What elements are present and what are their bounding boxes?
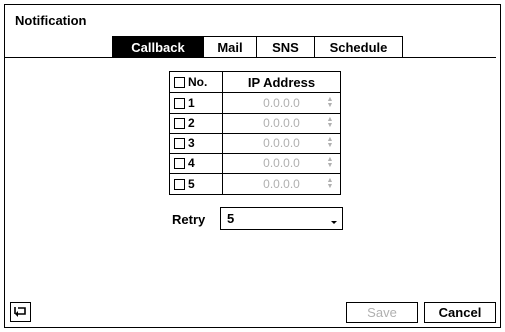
row-number: 4: [188, 156, 195, 170]
tab-mail[interactable]: Mail: [203, 36, 257, 57]
row-checkbox[interactable]: [174, 178, 185, 190]
row-checkbox[interactable]: [174, 137, 185, 149]
row-number: 1: [188, 96, 195, 110]
ip-address-value: 0.0.0.0: [263, 156, 300, 170]
ip-address-value: 0.0.0.0: [263, 96, 300, 110]
back-button[interactable]: [10, 302, 31, 322]
header-no-cell: No.: [170, 72, 223, 92]
ip-address-value: 0.0.0.0: [263, 136, 300, 150]
ip-spinner-icon[interactable]: ▲ ▼: [326, 156, 334, 170]
ip-address-field[interactable]: 0.0.0.0 ▲ ▼: [223, 174, 340, 194]
ip-address-value: 0.0.0.0: [263, 116, 300, 130]
row-no-cell: 2: [170, 113, 223, 133]
chevron-down-icon: [331, 221, 337, 224]
back-arrow-icon: [14, 307, 26, 317]
ip-address-value: 0.0.0.0: [263, 177, 300, 191]
row-no-cell: 5: [170, 174, 223, 194]
row-checkbox[interactable]: [174, 117, 185, 129]
table-row: 5 0.0.0.0 ▲ ▼: [170, 174, 340, 194]
ip-address-field[interactable]: 0.0.0.0 ▲ ▼: [223, 113, 340, 133]
table-row: 2 0.0.0.0 ▲ ▼: [170, 113, 340, 134]
row-number: 3: [188, 136, 195, 150]
ip-address-field[interactable]: 0.0.0.0 ▲ ▼: [223, 153, 340, 173]
ip-spinner-icon[interactable]: ▲ ▼: [326, 136, 334, 150]
cancel-button[interactable]: Cancel: [424, 302, 496, 323]
row-no-cell: 3: [170, 133, 223, 153]
ip-column-header: IP Address: [247, 74, 316, 90]
table-row: 4 0.0.0.0 ▲ ▼: [170, 153, 340, 174]
no-column-header: No.: [188, 75, 208, 89]
row-number: 5: [188, 177, 195, 191]
ip-address-field[interactable]: 0.0.0.0 ▲ ▼: [223, 93, 340, 113]
row-number: 2: [188, 116, 195, 130]
ip-spinner-icon[interactable]: ▲ ▼: [326, 177, 334, 191]
ip-spinner-icon[interactable]: ▲ ▼: [326, 96, 334, 110]
table-row: 3 0.0.0.0 ▲ ▼: [170, 133, 340, 154]
ip-spinner-icon[interactable]: ▲ ▼: [326, 116, 334, 130]
select-all-checkbox[interactable]: [174, 76, 185, 88]
tab-bar-divider: [5, 57, 496, 58]
table-header-row: No. IP Address: [170, 72, 340, 93]
retry-value: 5: [227, 211, 235, 226]
tab-sns[interactable]: SNS: [256, 36, 315, 57]
retry-label: Retry: [172, 212, 206, 227]
row-no-cell: 1: [170, 93, 223, 113]
tab-schedule[interactable]: Schedule: [314, 36, 403, 57]
table-row: 1 0.0.0.0 ▲ ▼: [170, 93, 340, 114]
row-no-cell: 4: [170, 153, 223, 173]
save-button[interactable]: Save: [346, 302, 418, 323]
tab-callback[interactable]: Callback: [112, 36, 204, 57]
ip-address-field[interactable]: 0.0.0.0 ▲ ▼: [223, 133, 340, 153]
page-title: Notification: [15, 13, 87, 28]
row-checkbox[interactable]: [174, 157, 185, 169]
ip-address-table: No. IP Address 1 0.0.0.0 ▲ ▼ 2 0.0.0.0 ▲ ▼…: [169, 71, 341, 195]
tab-bar: Callback Mail SNS Schedule: [5, 36, 496, 58]
row-checkbox[interactable]: [174, 97, 185, 109]
retry-dropdown[interactable]: 5: [220, 207, 343, 230]
